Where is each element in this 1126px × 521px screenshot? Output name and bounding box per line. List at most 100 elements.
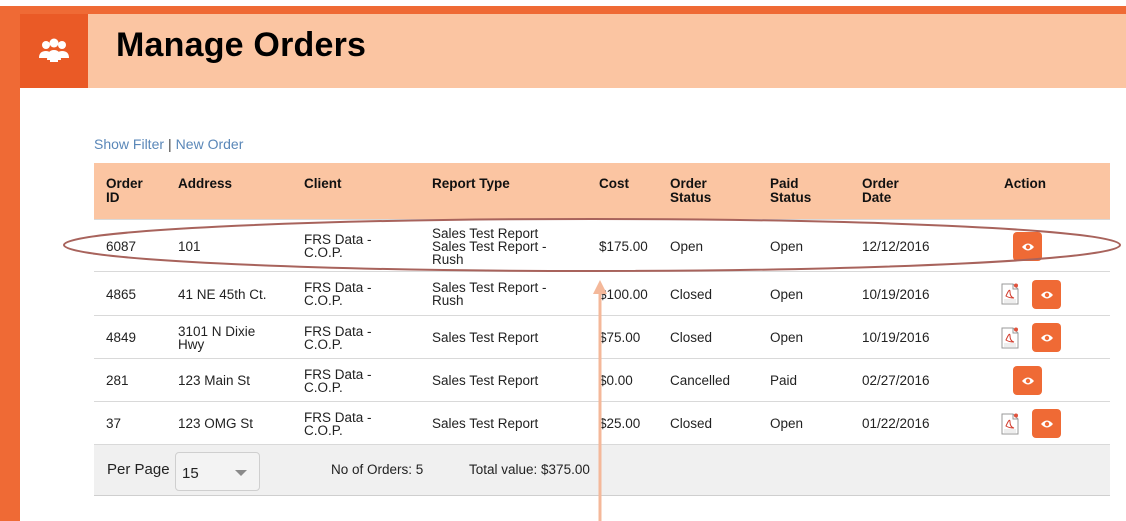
cell-line: C.O.P. bbox=[304, 293, 343, 308]
cell-cost: $175.00 bbox=[599, 239, 648, 254]
header-address[interactable]: Address bbox=[178, 177, 232, 191]
cell-address: 101 bbox=[178, 239, 201, 254]
header-client[interactable]: Client bbox=[304, 177, 342, 191]
toolbar-links: Show Filter | New Order bbox=[94, 136, 243, 152]
header-order-id[interactable]: Order ID bbox=[106, 177, 143, 205]
cell-client: FRS Data - C.O.P. bbox=[304, 233, 372, 260]
table-header: Order ID Address Client Report Type Cost… bbox=[94, 163, 1110, 219]
header-action: Action bbox=[1004, 176, 1046, 191]
orders-count: No of Orders: 5 bbox=[331, 462, 424, 477]
cell-line: C.O.P. bbox=[304, 423, 343, 438]
cell-address: 3101 N Dixie Hwy bbox=[178, 325, 255, 352]
cell-paid-status: Open bbox=[770, 416, 804, 431]
cell-report-type: Sales Test Report - Rush bbox=[432, 281, 547, 308]
users-group-icon bbox=[39, 38, 69, 62]
cell-order-status: Closed bbox=[670, 416, 713, 431]
cell-paid-status: Open bbox=[770, 330, 804, 345]
cell-order-id: 4849 bbox=[106, 330, 137, 345]
cell-paid-status: Open bbox=[770, 239, 804, 254]
cell-order-id: 6087 bbox=[106, 239, 137, 254]
cell-line: Rush bbox=[432, 252, 464, 267]
cell-client: FRS Data - C.O.P. bbox=[304, 368, 372, 395]
cell-line: C.O.P. bbox=[304, 380, 343, 395]
cell-line: 123 OMG St bbox=[178, 416, 254, 431]
eye-icon bbox=[1021, 377, 1034, 384]
cell-report-type: Sales Test Report bbox=[432, 330, 539, 345]
header-order-status[interactable]: Order Status bbox=[670, 177, 711, 205]
cell-line: C.O.P. bbox=[304, 337, 343, 352]
cell-line: Hwy bbox=[178, 337, 205, 352]
cell-order-date: 12/12/2016 bbox=[862, 239, 930, 254]
cell-address: 123 OMG St bbox=[178, 416, 254, 431]
page-title: Manage Orders bbox=[116, 26, 367, 64]
cell-paid-status: Open bbox=[770, 287, 804, 302]
table-row: 37 $25.00 Closed Open 01/22/2016 123 OMG St FR… bbox=[94, 401, 1110, 444]
cell-order-id: 4865 bbox=[106, 287, 137, 302]
cell-cost: $100.00 bbox=[599, 287, 648, 302]
cell-line: C.O.P. bbox=[304, 245, 343, 260]
total-value: Total value: $375.00 bbox=[469, 462, 590, 477]
eye-icon bbox=[1040, 291, 1053, 298]
cell-order-date: 01/22/2016 bbox=[862, 416, 930, 431]
view-order-button[interactable] bbox=[1013, 366, 1042, 395]
cell-order-id: 281 bbox=[106, 373, 129, 388]
cell-report-type: Sales Test Report bbox=[432, 416, 539, 431]
orders-table: Order ID Address Client Report Type Cost… bbox=[94, 163, 1110, 496]
cell-cost: $25.00 bbox=[599, 416, 641, 431]
link-separator: | bbox=[168, 136, 172, 152]
left-accent-stripe bbox=[0, 6, 20, 521]
table-body: 6087 $175.00 Open Open 12/12/2016 101 FRS Data… bbox=[94, 219, 1110, 444]
cell-line: 41 NE 45th Ct. bbox=[178, 287, 267, 302]
cell-order-date: 10/19/2016 bbox=[862, 287, 930, 302]
cell-cost: $0.00 bbox=[599, 373, 633, 388]
top-accent-stripe bbox=[0, 6, 1126, 14]
cell-line: Sales Test Report bbox=[432, 330, 539, 345]
header-report-type[interactable]: Report Type bbox=[432, 177, 510, 191]
eye-icon bbox=[1021, 243, 1034, 250]
header-cost[interactable]: Cost bbox=[599, 177, 629, 191]
chevron-down-icon bbox=[235, 470, 247, 476]
cell-line: 101 bbox=[178, 239, 201, 254]
cell-order-id: 37 bbox=[106, 416, 122, 431]
cell-order-status: Cancelled bbox=[670, 373, 731, 388]
table-row: 4849 $75.00 Closed Open 10/19/2016 3101 N Dix… bbox=[94, 315, 1110, 358]
pdf-icon[interactable] bbox=[1001, 283, 1019, 305]
view-order-button[interactable] bbox=[1032, 280, 1061, 309]
pdf-icon[interactable] bbox=[1001, 327, 1019, 349]
header-paid-status[interactable]: Paid Status bbox=[770, 177, 811, 205]
eye-icon bbox=[1040, 334, 1053, 341]
show-filter-link[interactable]: Show Filter bbox=[94, 136, 164, 152]
cell-line: Sales Test Report bbox=[432, 373, 539, 388]
cell-line: 123 Main St bbox=[178, 373, 251, 388]
per-page-value: 15 bbox=[182, 465, 199, 482]
cell-address: 123 Main St bbox=[178, 373, 251, 388]
pdf-icon[interactable] bbox=[1001, 413, 1019, 435]
cell-report-type: Sales Test Report bbox=[432, 373, 539, 388]
cell-line: Sales Test Report bbox=[432, 416, 539, 431]
cell-paid-status: Paid bbox=[770, 373, 798, 388]
table-row: 6087 $175.00 Open Open 12/12/2016 101 FRS Data… bbox=[94, 219, 1110, 271]
cell-client: FRS Data - C.O.P. bbox=[304, 411, 372, 438]
cell-client: FRS Data - C.O.P. bbox=[304, 325, 372, 352]
cell-order-status: Closed bbox=[670, 287, 713, 302]
cell-line: Rush bbox=[432, 293, 464, 308]
cell-order-status: Closed bbox=[670, 330, 713, 345]
header-icon-box bbox=[20, 14, 88, 88]
per-page-select[interactable]: 15 bbox=[175, 452, 260, 491]
cell-client: FRS Data - C.O.P. bbox=[304, 281, 372, 308]
view-order-button[interactable] bbox=[1032, 409, 1061, 438]
cell-order-status: Open bbox=[670, 239, 704, 254]
cell-report-type: Sales Test Report Sales Test Report - Rush bbox=[432, 227, 547, 267]
eye-icon bbox=[1040, 420, 1053, 427]
cell-order-date: 10/19/2016 bbox=[862, 330, 930, 345]
table-row: 4865 $100.00 Closed Open 10/19/2016 41 NE 45t… bbox=[94, 271, 1110, 315]
table-footer: Per Page 15 No of Orders: 5 Total value:… bbox=[94, 444, 1110, 496]
cell-address: 41 NE 45th Ct. bbox=[178, 287, 267, 302]
header-order-date[interactable]: Order Date bbox=[862, 177, 899, 205]
per-page-label: Per Page bbox=[107, 461, 170, 478]
view-order-button[interactable] bbox=[1032, 323, 1061, 352]
cell-order-date: 02/27/2016 bbox=[862, 373, 930, 388]
table-row: 281 $0.00 Cancelled Paid 02/27/2016 123 Main … bbox=[94, 358, 1110, 401]
new-order-link[interactable]: New Order bbox=[176, 136, 244, 152]
view-order-button[interactable] bbox=[1013, 232, 1042, 261]
